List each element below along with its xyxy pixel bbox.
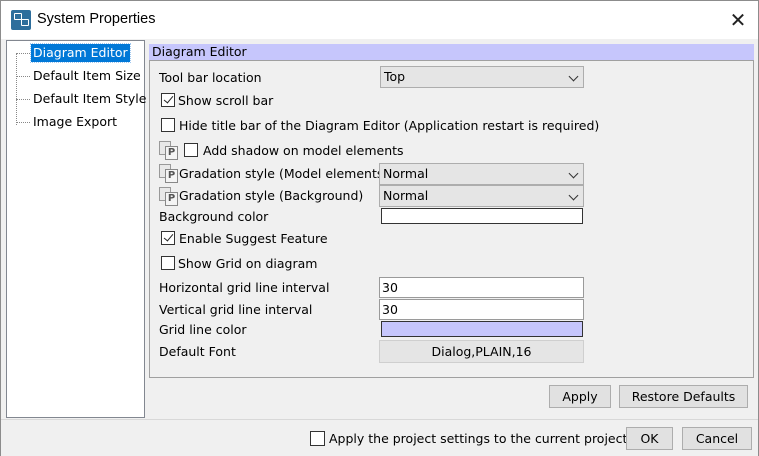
title-bar: System Properties ✕ <box>1 1 758 39</box>
project-setting-icon: P <box>159 187 179 207</box>
system-properties-dialog: System Properties ✕ Diagram Editor Defau… <box>0 0 759 456</box>
app-logo-icon <box>11 10 31 30</box>
h-grid-input[interactable]: 30 <box>379 277 584 298</box>
toolbar-location-select[interactable]: Top <box>380 66 584 88</box>
dialog-footer: Apply the project settings to the curren… <box>1 419 758 456</box>
show-scroll-bar-checkbox[interactable] <box>161 93 175 107</box>
close-icon[interactable]: ✕ <box>723 7 753 33</box>
apply-project-settings-checkbox[interactable] <box>310 431 325 446</box>
enable-suggest-label: Enable Suggest Feature <box>179 231 328 246</box>
chevron-down-icon <box>568 190 579 201</box>
tree-item-label: Diagram Editor <box>30 43 131 63</box>
project-setting-icon: P <box>159 164 179 184</box>
add-shadow-checkbox[interactable] <box>184 143 198 157</box>
tree-item-label: Default Item Size <box>33 68 141 83</box>
tree-connector <box>16 53 17 125</box>
gradation-bg-select[interactable]: Normal <box>379 185 584 207</box>
tree-item-label: Image Export <box>33 114 118 129</box>
grid-color-swatch[interactable] <box>381 321 583 337</box>
default-font-label: Default Font <box>159 344 236 359</box>
apply-project-settings-label: Apply the project settings to the curren… <box>329 431 628 446</box>
tree-item-label: Default Item Style <box>33 91 147 106</box>
gradation-bg-value: Normal <box>383 188 429 203</box>
default-font-button[interactable]: Dialog,PLAIN,16 <box>379 340 584 363</box>
v-grid-input[interactable]: 30 <box>379 299 584 320</box>
ok-button[interactable]: OK <box>626 427 673 450</box>
gradation-model-label: Gradation style (Model elements) <box>179 166 389 181</box>
gradation-model-select[interactable]: Normal <box>379 163 584 185</box>
add-shadow-label: Add shadow on model elements <box>203 143 404 158</box>
tree-branch <box>16 76 30 77</box>
restore-defaults-button[interactable]: Restore Defaults <box>619 385 748 408</box>
show-scroll-bar-label: Show scroll bar <box>178 93 274 108</box>
tree-branch <box>16 122 30 123</box>
show-grid-label: Show Grid on diagram <box>178 256 318 271</box>
enable-suggest-checkbox[interactable] <box>161 231 175 245</box>
hide-title-bar-label: Hide title bar of the Diagram Editor (Ap… <box>179 118 600 133</box>
tree-branch <box>16 99 30 100</box>
category-tree: Diagram Editor Default Item Size Default… <box>6 40 147 418</box>
apply-button[interactable]: Apply <box>549 385 611 408</box>
settings-panel: Tool bar location Top Show scroll bar Hi… <box>149 60 754 378</box>
v-grid-label: Vertical grid line interval <box>159 302 313 317</box>
hide-title-bar-checkbox[interactable] <box>161 118 175 132</box>
project-setting-icon: P <box>159 141 179 161</box>
toolbar-location-label: Tool bar location <box>159 70 262 85</box>
grid-color-label: Grid line color <box>159 322 247 337</box>
tree-branch <box>16 53 30 54</box>
chevron-down-icon <box>568 168 579 179</box>
background-color-swatch[interactable] <box>381 208 583 224</box>
chevron-down-icon <box>568 71 579 82</box>
background-color-label: Background color <box>159 209 269 224</box>
toolbar-location-value: Top <box>384 69 406 84</box>
show-grid-checkbox[interactable] <box>161 256 175 270</box>
cancel-button[interactable]: Cancel <box>682 427 752 450</box>
gradation-bg-label: Gradation style (Background) <box>179 188 364 203</box>
window-title: System Properties <box>37 11 156 27</box>
h-grid-label: Horizontal grid line interval <box>159 280 330 295</box>
gradation-model-value: Normal <box>383 166 429 181</box>
section-title: Diagram Editor <box>149 44 754 60</box>
